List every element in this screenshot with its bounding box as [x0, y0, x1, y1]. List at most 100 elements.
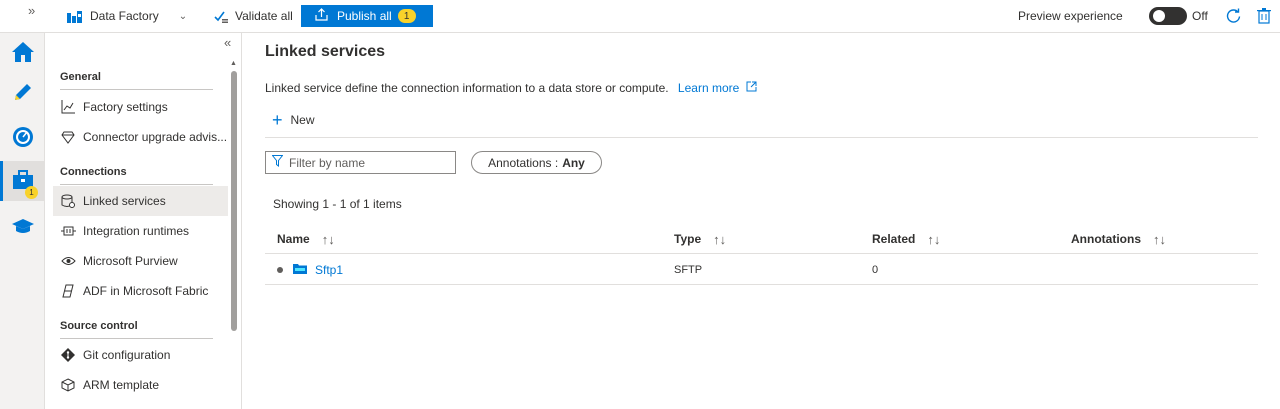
status-dot: [277, 267, 283, 273]
rail-author[interactable]: [0, 73, 45, 113]
main-content: Linked services Linked service define th…: [243, 33, 1280, 409]
table-row[interactable]: Sftp1 SFTP 0: [265, 255, 1258, 285]
linked-service-icon: [60, 193, 76, 209]
row-name-cell: Sftp1: [277, 255, 343, 285]
divider: [265, 137, 1258, 138]
nav-item-git-configuration[interactable]: Git configuration: [53, 340, 228, 370]
row-related-cell: 0: [872, 264, 879, 276]
data-factory-label: Data Factory: [90, 9, 159, 23]
manage-badge: 1: [25, 186, 38, 199]
manage-nav-panel: « ▲ General Factory settings Connector u…: [45, 33, 242, 409]
nav-item-linked-services[interactable]: Linked services: [53, 186, 228, 216]
nav-item-label: Git configuration: [83, 348, 171, 362]
chart-settings-icon: [60, 99, 76, 115]
validate-all-label: Validate all: [235, 9, 293, 23]
validate-icon: [214, 10, 229, 23]
column-header-annotations[interactable]: Annotations ↑↓: [1071, 224, 1166, 254]
validate-all-button[interactable]: Validate all: [214, 0, 293, 32]
pencil-icon: [12, 81, 34, 106]
external-link-icon: [746, 81, 757, 95]
eye-icon: [60, 253, 76, 269]
diamond-icon: [60, 129, 76, 145]
filter-box[interactable]: [265, 151, 456, 174]
new-linked-service-button[interactable]: + New: [272, 110, 315, 130]
nav-item-arm-template[interactable]: ARM template: [53, 370, 228, 400]
nav-item-label: Connector upgrade advis...: [83, 130, 228, 144]
item-count-text: Showing 1 - 1 of 1 items: [273, 197, 402, 211]
row-type-cell: SFTP: [674, 264, 703, 276]
column-header-type[interactable]: Type ↑↓: [674, 224, 726, 254]
description-text: Linked service define the connection inf…: [265, 81, 669, 95]
home-icon: [11, 41, 35, 66]
divider: [60, 338, 213, 339]
column-label: Type: [674, 232, 702, 246]
integration-runtime-icon: [60, 223, 76, 239]
linked-service-name-link[interactable]: Sftp1: [315, 263, 343, 277]
nav-item-label: Factory settings: [83, 100, 168, 114]
preview-experience-label: Preview experience: [1018, 9, 1123, 23]
nav-item-microsoft-purview[interactable]: Microsoft Purview: [53, 246, 228, 276]
toggle-state-label: Off: [1192, 9, 1208, 23]
rail-home[interactable]: [0, 33, 45, 73]
nav-item-connector-upgrade[interactable]: Connector upgrade advis...: [53, 122, 228, 152]
data-factory-icon: [67, 9, 83, 23]
publish-all-label: Publish all: [337, 9, 392, 23]
annotations-filter-value: Any: [562, 155, 585, 170]
section-connections: Connections: [60, 166, 127, 178]
data-factory-selector[interactable]: Data Factory ⌄: [67, 0, 187, 32]
upload-icon: [315, 8, 328, 24]
annotations-filter-label: Annotations :: [488, 155, 559, 170]
rail-monitor[interactable]: [0, 118, 45, 158]
gauge-icon: [12, 126, 34, 151]
new-label: New: [290, 113, 315, 127]
nav-item-label: Linked services: [83, 194, 166, 208]
cube-icon: [60, 377, 76, 393]
nav-item-label: ARM template: [83, 378, 160, 392]
scroll-up-arrow-icon[interactable]: ▲: [230, 60, 237, 67]
section-source-control: Source control: [60, 320, 138, 332]
refresh-icon[interactable]: [1225, 0, 1242, 32]
sort-icon[interactable]: ↑↓: [927, 232, 940, 247]
column-header-name[interactable]: Name ↑↓: [277, 224, 335, 254]
publish-count-badge: 1: [397, 9, 416, 23]
rail-manage[interactable]: 1: [0, 161, 45, 201]
plus-icon: +: [272, 110, 283, 130]
expand-rail-icon[interactable]: »: [28, 3, 35, 18]
fabric-icon: [60, 283, 76, 299]
rail-learning[interactable]: [0, 208, 45, 248]
nav-item-integration-runtimes[interactable]: Integration runtimes: [53, 216, 228, 246]
sort-icon[interactable]: ↑↓: [322, 232, 335, 247]
filter-by-name-input[interactable]: [289, 155, 449, 170]
filter-icon: [271, 155, 284, 170]
column-label: Name: [277, 232, 310, 246]
discard-icon[interactable]: [1257, 0, 1271, 32]
nav-item-factory-settings[interactable]: Factory settings: [53, 92, 228, 122]
left-rail: 1: [0, 33, 45, 409]
preview-toggle[interactable]: [1149, 7, 1187, 25]
divider: [60, 184, 213, 185]
nav-item-label: Integration runtimes: [83, 224, 190, 238]
sftp-icon: [293, 263, 307, 277]
page-title: Linked services: [265, 43, 386, 60]
top-bar: » Data Factory ⌄ Validate all Publish al…: [0, 0, 1280, 33]
page-description: Linked service define the connection inf…: [265, 81, 757, 95]
column-header-related[interactable]: Related ↑↓: [872, 224, 940, 254]
annotations-filter-pill[interactable]: Annotations : Any: [471, 151, 602, 174]
publish-all-button[interactable]: Publish all 1: [301, 5, 433, 27]
divider: [60, 89, 213, 90]
section-general: General: [60, 71, 101, 83]
git-icon: [60, 347, 76, 363]
chevron-down-icon: ⌄: [178, 10, 188, 22]
nav-item-adf-fabric[interactable]: ADF in Microsoft Fabric: [53, 276, 228, 306]
nav-item-label: Microsoft Purview: [83, 254, 178, 268]
learn-more-label: Learn more: [677, 81, 740, 95]
collapse-nav-icon[interactable]: «: [224, 35, 231, 50]
column-label: Annotations: [1071, 232, 1141, 246]
table-header: Name ↑↓ Type ↑↓ Related ↑↓ Annotations ↑↓: [265, 224, 1258, 254]
column-label: Related: [872, 232, 916, 246]
nav-scrollbar[interactable]: [231, 71, 237, 331]
learn-more-link[interactable]: Learn more: [678, 81, 757, 95]
nav-item-label: ADF in Microsoft Fabric: [83, 284, 209, 298]
sort-icon[interactable]: ↑↓: [713, 232, 726, 247]
sort-icon[interactable]: ↑↓: [1153, 232, 1166, 247]
